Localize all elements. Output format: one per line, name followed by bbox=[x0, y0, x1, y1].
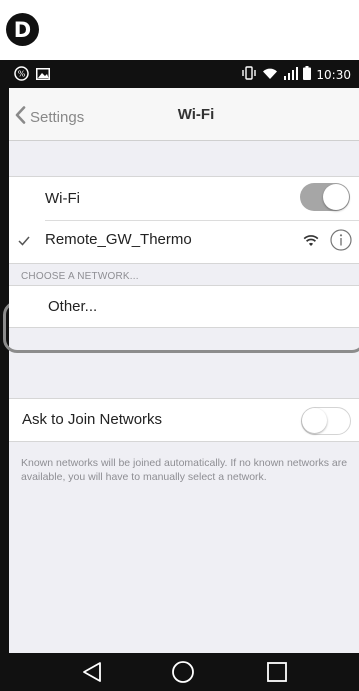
ask-to-join-label: Ask to Join Networks bbox=[22, 411, 163, 428]
figure-label: D bbox=[13, 17, 32, 42]
choose-network-header: CHOOSE A NETWORK... bbox=[21, 271, 139, 282]
battery-icon bbox=[303, 66, 312, 83]
info-icon[interactable] bbox=[330, 229, 352, 256]
page-title: Wi-Fi bbox=[177, 106, 215, 123]
phone-frame: % 10:30 Settings Wi-Fi Wi-Fi Remote_GW_T… bbox=[0, 60, 359, 691]
vibrate-icon bbox=[241, 66, 257, 83]
network-wifi-icon bbox=[303, 234, 319, 252]
signal-icon bbox=[283, 66, 299, 83]
figure-label-badge: D bbox=[6, 13, 39, 46]
back-triangle-icon[interactable] bbox=[77, 657, 107, 687]
image-icon bbox=[36, 67, 50, 83]
wifi-toggle-switch[interactable] bbox=[300, 183, 350, 211]
other-network-label: Other... bbox=[48, 298, 98, 315]
home-circle-icon[interactable] bbox=[168, 657, 198, 687]
record-icon: % bbox=[14, 66, 29, 84]
android-nav-bar bbox=[0, 653, 359, 691]
ask-to-join-note: Known networks will be joined automatica… bbox=[21, 457, 348, 483]
status-time: 10:30 bbox=[316, 67, 351, 82]
recents-square-icon[interactable] bbox=[262, 657, 292, 687]
wifi-icon bbox=[262, 67, 278, 83]
other-network-row[interactable]: Other... bbox=[9, 285, 359, 328]
ask-to-join-toggle[interactable] bbox=[301, 407, 351, 435]
wifi-toggle-label: Wi-Fi bbox=[45, 190, 80, 207]
checkmark-icon bbox=[18, 233, 30, 251]
connected-network-name[interactable]: Remote_GW_Thermo bbox=[45, 231, 192, 248]
row-divider bbox=[45, 220, 359, 221]
settings-screen: Settings Wi-Fi Wi-Fi Remote_GW_Thermo CH… bbox=[3, 88, 359, 653]
status-bar: % 10:30 bbox=[0, 60, 359, 88]
svg-text:%: % bbox=[18, 70, 26, 79]
wifi-group: Wi-Fi Remote_GW_Thermo bbox=[9, 176, 359, 264]
navigation-bar: Settings Wi-Fi bbox=[9, 88, 359, 141]
ask-to-join-row: Ask to Join Networks bbox=[9, 398, 359, 442]
